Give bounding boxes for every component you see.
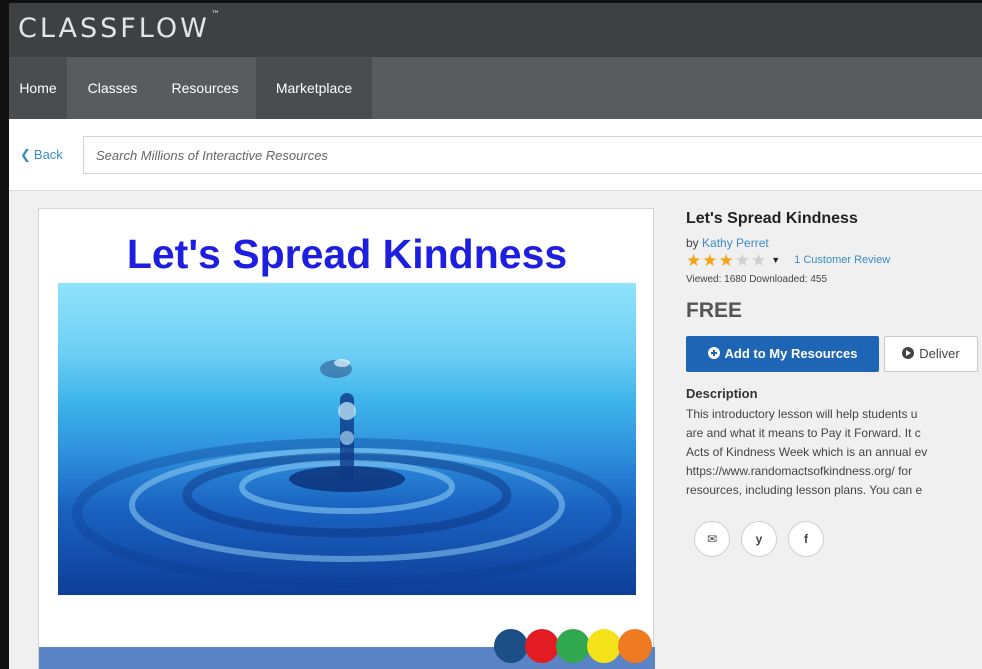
deliver-button-label: Deliver: [919, 346, 960, 361]
color-dot: [494, 629, 528, 663]
resource-title: Let's Spread Kindness: [686, 210, 858, 227]
star-icon[interactable]: ★: [719, 252, 734, 269]
plus-circle-icon: [707, 347, 720, 359]
resource-preview[interactable]: Let's Spread Kindness: [38, 208, 655, 669]
rating-dropdown-caret-icon[interactable]: ▼: [771, 255, 780, 265]
nav-home[interactable]: Home: [9, 57, 67, 119]
add-button-label: Add to My Resources: [724, 346, 858, 361]
logo-bar: CLASSFLOW™: [0, 0, 982, 57]
search-input[interactable]: [84, 137, 982, 173]
description-line: are and what it means to Pay it Forward.…: [686, 426, 921, 440]
search-box: [83, 136, 982, 174]
description-line: resources, including lesson plans. You c…: [686, 483, 923, 497]
window-frame-left: [0, 0, 9, 669]
nav-resources[interactable]: Resources: [154, 57, 256, 119]
add-to-my-resources-button[interactable]: Add to My Resources: [686, 336, 879, 372]
description-line: https://www.randomactsofkindness.org/ fo…: [686, 464, 913, 478]
author-link[interactable]: Kathy Perret: [702, 236, 769, 250]
main-nav: Home Classes Resources Marketplace: [0, 57, 982, 119]
share-facebook-button[interactable]: f: [788, 521, 824, 557]
back-link[interactable]: ❮ Back: [20, 147, 63, 163]
resource-info: Let's Spread Kindness by Kathy Perret ★★…: [686, 210, 982, 557]
price-label: FREE: [686, 299, 743, 322]
description-text: This introductory lesson will help stude…: [686, 405, 982, 500]
star-icon[interactable]: ★: [702, 252, 717, 269]
classflow-logo[interactable]: CLASSFLOW™: [18, 10, 220, 44]
view-download-stats: Viewed: 1680 Downloaded: 455: [686, 274, 828, 285]
color-dot: [618, 629, 652, 663]
author-line: by Kathy Perret: [686, 236, 982, 250]
deliver-button[interactable]: Deliver: [884, 336, 978, 372]
water-drop-image: [58, 283, 636, 595]
twitter-icon: y: [755, 532, 763, 546]
customer-review-link[interactable]: 1 Customer Review: [794, 254, 890, 266]
mail-icon: ✉: [706, 532, 718, 546]
share-buttons: ✉ y f: [686, 521, 982, 557]
star-icon[interactable]: ★: [735, 252, 750, 269]
search-strip: ❮ Back: [0, 119, 982, 191]
resource-detail: Let's Spread Kindness Let's Spread Kindn…: [9, 192, 982, 669]
share-twitter-button[interactable]: y: [741, 521, 777, 557]
preview-title: Let's Spread Kindness: [126, 231, 568, 277]
back-label: Back: [33, 147, 63, 162]
window-frame-top: [0, 0, 982, 3]
star-icon[interactable]: ★: [686, 252, 701, 269]
chevron-left-icon: ❮: [20, 147, 31, 162]
color-dot: [556, 629, 590, 663]
description-line: This introductory lesson will help stude…: [686, 407, 918, 421]
share-email-button[interactable]: ✉: [694, 521, 730, 557]
color-dot: [587, 629, 621, 663]
description-heading: Description: [686, 386, 758, 401]
facebook-icon: f: [804, 532, 808, 546]
nav-classes[interactable]: Classes: [71, 57, 154, 119]
description-line: Acts of Kindness Week which is an annual…: [686, 445, 928, 459]
action-buttons: Add to My Resources Deliver: [686, 336, 982, 372]
color-dot: [525, 629, 559, 663]
play-circle-icon: [902, 347, 915, 359]
rating-row: ★★★★★ ▼ 1 Customer Review: [686, 252, 982, 270]
star-icon[interactable]: ★: [751, 252, 766, 269]
by-label: by: [686, 236, 699, 250]
nav-marketplace[interactable]: Marketplace: [256, 57, 372, 119]
